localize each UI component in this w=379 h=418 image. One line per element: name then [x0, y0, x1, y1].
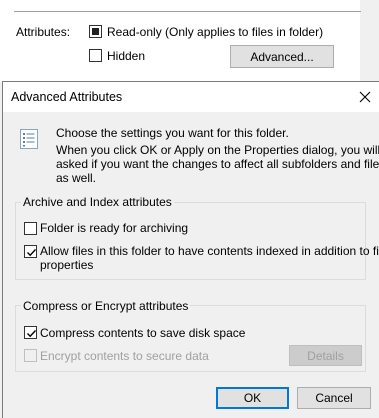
properties-panel-edge — [360, 0, 379, 82]
advanced-button[interactable]: Advanced... — [230, 45, 334, 68]
readonly-checkbox[interactable] — [89, 25, 102, 38]
intro-text-line4: as well. — [56, 171, 97, 185]
index-label: Allow files in this folder to have conte… — [40, 244, 379, 258]
properties-panel — [0, 0, 360, 82]
archive-group-title: Archive and Index attributes — [21, 195, 174, 209]
encrypt-checkbox[interactable] — [24, 349, 37, 362]
hidden-label: Hidden — [107, 49, 146, 63]
compress-label: Compress contents to save disk space — [40, 326, 246, 340]
settings-list-icon — [17, 127, 41, 151]
properties-divider — [14, 11, 361, 12]
hidden-checkbox[interactable] — [89, 49, 102, 62]
compress-checkbox[interactable] — [24, 326, 37, 339]
readonly-label: Read-only (Only applies to files in fold… — [107, 25, 324, 39]
index-checkbox[interactable] — [24, 245, 37, 258]
intro-text-line2: When you click OK or Apply on the Proper… — [56, 143, 379, 157]
intro-text: Choose the settings you want for this fo… — [56, 126, 289, 140]
details-button[interactable]: Details — [289, 345, 362, 366]
archiving-label: Folder is ready for archiving — [40, 221, 189, 235]
index-label-line2: properties — [40, 258, 94, 272]
ok-button[interactable]: OK — [216, 387, 289, 409]
intro-text-line3: asked if you want the changes to affect … — [56, 157, 379, 171]
close-icon[interactable] — [355, 87, 375, 107]
archiving-checkbox[interactable] — [24, 222, 37, 235]
attributes-label: Attributes: — [16, 25, 71, 39]
compress-group-title: Compress or Encrypt attributes — [21, 299, 191, 313]
encrypt-label: Encrypt contents to secure data — [40, 349, 209, 363]
cancel-button[interactable]: Cancel — [297, 387, 371, 409]
dialog-title: Advanced Attributes — [11, 90, 123, 104]
